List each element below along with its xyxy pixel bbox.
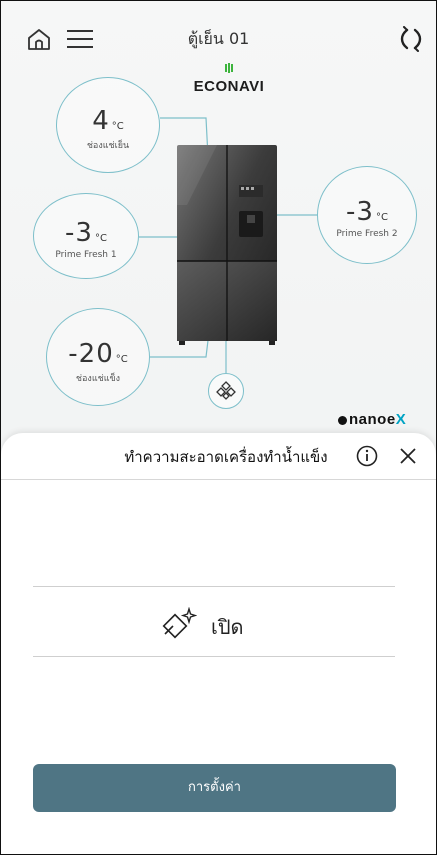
- sheet-divider: [1, 479, 436, 480]
- nanoex-logo: nanoeX: [338, 411, 406, 428]
- nanoe-icon: [216, 381, 236, 400]
- prime-fresh-1-temp-number: -3: [65, 218, 93, 248]
- prime-fresh-1-temp-circle[interactable]: -3 °C Prime Fresh 1: [33, 193, 139, 279]
- prime-fresh-1-temp-value: -3 °C: [34, 218, 138, 248]
- nanoex-dot: [338, 415, 347, 425]
- prime-fresh-2-temp-unit: °C: [375, 212, 388, 223]
- prime-fresh-2-temp-value: -3 °C: [318, 197, 416, 227]
- fridge-temp-unit: °C: [111, 121, 124, 132]
- mode-divider-top: [33, 586, 395, 587]
- fridge-temp-number: 4: [92, 106, 110, 136]
- nanoex-prefix: nanoe: [349, 411, 396, 428]
- freezer-temp-label: ช่องแช่แข็ง: [75, 374, 121, 384]
- fridge-temp-circle[interactable]: 4 °C ช่องแช่เย็น: [56, 77, 160, 173]
- refrigerator-image: [177, 145, 277, 345]
- app-screen: ตู้เย็น 01 ECONAVI 4 °C ช่องแช่เย็น -3 °…: [0, 0, 437, 855]
- fridge-temp-label: ช่องแช่เย็น: [86, 141, 130, 151]
- cleaning-sparkle-icon: [162, 607, 197, 639]
- ice-maker-cleaning-sheet: ทำความสะอาดเครื่องทำน้ำแข็ง เปิด การตั้ง…: [1, 433, 436, 854]
- mode-status-label: เปิด: [211, 615, 244, 639]
- freezer-temp-number: -20: [68, 339, 114, 369]
- sheet-title: ทำความสะอาดเครื่องทำน้ำแข็ง: [124, 448, 328, 466]
- freezer-temp-unit: °C: [115, 354, 128, 365]
- close-icon[interactable]: [399, 447, 417, 465]
- prime-fresh-2-temp-number: -3: [346, 197, 374, 227]
- prime-fresh-2-temp-label: Prime Fresh 2: [336, 229, 398, 239]
- mode-status-row: เปิด: [161, 607, 301, 643]
- prime-fresh-1-temp-label: Prime Fresh 1: [55, 250, 117, 260]
- nanoex-suffix: X: [395, 411, 407, 428]
- mode-divider-bottom: [33, 656, 395, 657]
- settings-button[interactable]: การตั้งค่า: [33, 764, 396, 812]
- fridge-temp-value: 4 °C: [57, 106, 159, 136]
- prime-fresh-2-temp-circle[interactable]: -3 °C Prime Fresh 2: [317, 166, 417, 264]
- freezer-temp-circle[interactable]: -20 °C ช่องแช่แข็ง: [46, 308, 150, 406]
- freezer-temp-value: -20 °C: [47, 339, 149, 369]
- info-icon[interactable]: [356, 445, 378, 467]
- prime-fresh-1-temp-unit: °C: [94, 233, 107, 244]
- nanoe-button[interactable]: [208, 373, 244, 409]
